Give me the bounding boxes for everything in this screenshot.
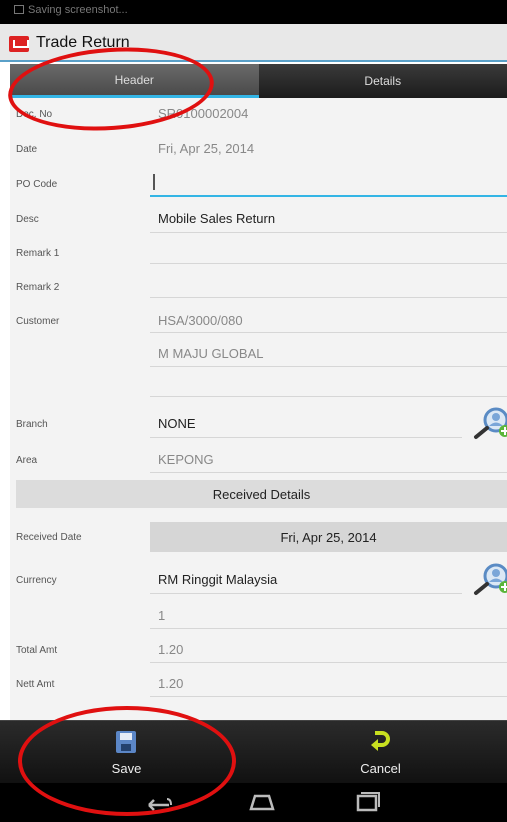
rate-underline	[150, 628, 507, 629]
customer-code-underline	[150, 332, 507, 333]
area-underline	[150, 472, 507, 473]
nett-amt-label: Nett Amt	[16, 679, 55, 690]
currency-value[interactable]: RM Ringgit Malaysia	[158, 572, 277, 587]
total-amt-value: 1.20	[158, 642, 184, 657]
desc-input[interactable]: Mobile Sales Return	[158, 211, 275, 226]
area-label: Area	[16, 455, 38, 466]
branch-value[interactable]: NONE	[158, 416, 196, 431]
nett-amt-row: Nett Amt 1.20	[10, 666, 507, 700]
remark2-input[interactable]	[150, 297, 507, 298]
cancel-label: Cancel	[360, 761, 401, 776]
received-date-row: Received Date Fri, Apr 25, 2014	[10, 518, 507, 556]
received-date-button[interactable]: Fri, Apr 25, 2014	[150, 522, 507, 552]
currency-rate: 1	[158, 608, 166, 623]
desc-row: Desc Mobile Sales Return	[10, 200, 507, 236]
customer-row: Customer HSA/3000/080 M MAJU GLOBAL	[10, 304, 507, 398]
desc-underline	[150, 232, 507, 233]
branch-label: Branch	[16, 419, 48, 430]
area-row: Area KEPONG	[10, 442, 507, 476]
date-row: Date Fri, Apr 25, 2014	[10, 132, 507, 166]
date-label: Date	[16, 144, 38, 155]
po-code-row: PO Code	[10, 166, 507, 200]
currency-row: Currency RM Ringgit Malaysia	[10, 560, 507, 596]
po-code-label: PO Code	[16, 179, 58, 190]
remark1-label: Remark 1	[16, 248, 60, 259]
screenshot-icon	[14, 5, 24, 14]
branch-lookup-icon[interactable]	[472, 404, 507, 444]
status-bar: Saving screenshot...	[0, 0, 507, 24]
tab-details[interactable]: Details	[258, 64, 507, 98]
save-button-highlight	[18, 706, 236, 816]
remark1-input[interactable]	[150, 263, 507, 264]
app-icon	[9, 36, 29, 52]
nett-amt-value: 1.20	[158, 676, 184, 691]
branch-row: Branch NONE	[10, 404, 507, 440]
text-cursor	[153, 174, 155, 190]
received-details-header: Received Details	[16, 480, 507, 508]
customer-label: Customer	[16, 316, 60, 327]
currency-lookup-icon[interactable]	[472, 560, 507, 600]
customer-code[interactable]: HSA/3000/080	[158, 313, 243, 328]
customer-extra-underline	[150, 396, 507, 397]
total-amt-underline	[150, 662, 507, 663]
notification: Saving screenshot...	[14, 4, 128, 16]
currency-underline	[150, 593, 462, 594]
total-amt-row: Total Amt 1.20	[10, 632, 507, 666]
rate-row: 1	[10, 598, 507, 632]
customer-name: M MAJU GLOBAL	[158, 346, 264, 361]
notification-text: Saving screenshot...	[28, 4, 128, 16]
recents-icon[interactable]	[352, 789, 382, 815]
area-value: KEPONG	[158, 452, 214, 467]
home-icon[interactable]	[247, 789, 277, 815]
desc-label: Desc	[16, 214, 39, 225]
branch-underline	[150, 437, 462, 438]
total-amt-label: Total Amt	[16, 645, 58, 656]
currency-label: Currency	[16, 575, 57, 586]
po-code-input[interactable]	[150, 195, 507, 197]
undo-arrow-icon	[371, 731, 390, 751]
form-content: Doc. No SR0100002004 Date Fri, Apr 25, 2…	[10, 98, 507, 720]
remark2-label: Remark 2	[16, 282, 60, 293]
cancel-button[interactable]: Cancel	[254, 721, 507, 784]
received-date-label: Received Date	[16, 532, 82, 543]
customer-name-underline	[150, 366, 507, 367]
nett-amt-underline	[150, 696, 507, 697]
remark2-row: Remark 2	[10, 270, 507, 304]
date-value[interactable]: Fri, Apr 25, 2014	[158, 141, 254, 156]
remark1-row: Remark 1	[10, 236, 507, 270]
